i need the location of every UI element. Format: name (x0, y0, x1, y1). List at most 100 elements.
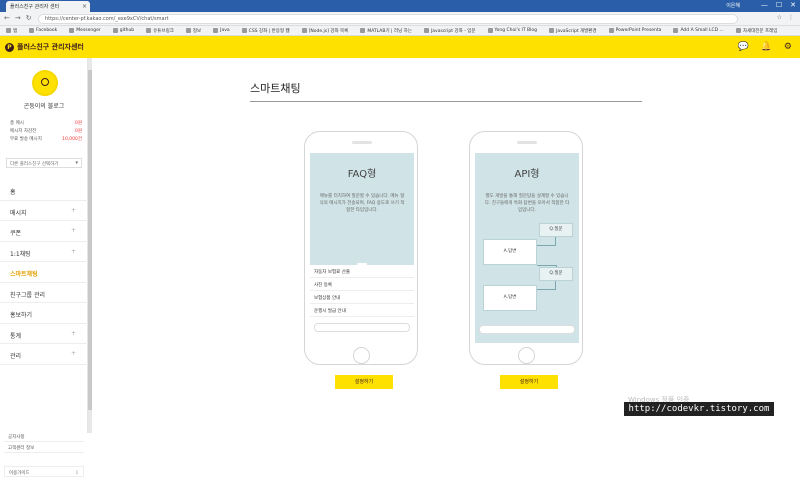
api-answer-1: A.답변 (483, 239, 537, 265)
bookmark-icon (735, 28, 741, 33)
minimize-icon[interactable]: — (761, 1, 768, 9)
download-icon: ⇩ (74, 470, 79, 476)
bookmark-icon (360, 28, 366, 33)
expand-icon: + (70, 350, 76, 357)
plusfriend-select[interactable]: 다른 플러스친구 선택하기 ▾ (6, 158, 82, 168)
url-input[interactable]: https://center-pf.kakao.com/_exe9xCV/cha… (38, 14, 738, 24)
stat-row: 메시지 차감전 0원 (10, 129, 82, 134)
logo[interactable]: P 플러스친구 관리자센터 (5, 42, 84, 52)
faq-setup-button[interactable]: 설정하기 (335, 375, 393, 389)
sidebar-item-7[interactable]: 통계 + (0, 324, 88, 344)
sidebar: 곤둥이의 블로그 총 메시 0원 메시지 차감전 0원 무료 발송 메시지 10,00… (0, 58, 88, 477)
sidebar-item-3[interactable]: 1:1채팅 + (0, 242, 88, 262)
expand-icon: + (70, 329, 76, 337)
sidebar-item-label: 스마트채팅 (10, 271, 38, 278)
sidebar-footer-support[interactable]: 고객센터 정보 (4, 442, 84, 453)
list-item[interactable]: 운행시 발급 안내 (310, 304, 414, 317)
forward-icon[interactable]: → (15, 14, 21, 22)
list-item[interactable]: 자동차 보험료 산출 (310, 265, 414, 278)
bookmark-item[interactable]: MATLAB기 | 러닝 하는 (360, 27, 412, 34)
app-header: P 플러스친구 관리자센터 💬 🔔 ⚙ (0, 36, 800, 58)
menu-icon[interactable]: ⋮ (788, 14, 794, 21)
maximize-icon[interactable]: ☐ (776, 1, 782, 9)
close-icon[interactable]: ✕ (790, 1, 796, 9)
api-setup-button[interactable]: 설정하기 (500, 375, 558, 389)
sidebar-item-label: 쿠폰 (10, 230, 22, 237)
sidebar-scrollbar[interactable] (88, 58, 92, 433)
address-icons: ☆ ⋮ (777, 14, 794, 21)
bookmark-icon (487, 28, 493, 33)
bookmark-item[interactable]: Facebook (29, 27, 57, 34)
sidebar-item-8[interactable]: 관리 + (0, 344, 88, 365)
sidebar-item-4[interactable]: 스마트채팅 (0, 262, 88, 283)
bookmark-icon (241, 28, 247, 33)
stat-row: 총 메시 0원 (10, 121, 82, 126)
sidebar-item-label: 홈 (10, 189, 16, 196)
bookmark-item[interactable]: Add A Small LCD ... (673, 27, 724, 34)
bookmark-icon (673, 28, 679, 33)
sidebar-item-1[interactable]: 메시지 + (0, 201, 88, 221)
bookmark-item[interactable]: 유튜브링크 (146, 27, 174, 34)
bookmark-icon (146, 28, 152, 33)
sidebar-item-label: 친구그룹 관리 (10, 291, 46, 299)
connector (555, 281, 556, 289)
phone-home-button (353, 347, 370, 364)
header-icons: 💬 🔔 ⚙ (737, 42, 792, 52)
bookmark-item[interactable]: Javascript 강좌 - 입문 (423, 27, 476, 34)
nav-buttons: ← → ↻ (4, 14, 32, 22)
sidebar-item-6[interactable]: 홍보하기 (0, 303, 88, 324)
reload-icon[interactable]: ↻ (26, 14, 32, 22)
bookmark-item[interactable]: JavaScript 개발환경 (549, 27, 597, 34)
address-bar-row: ← → ↻ https://center-pf.kakao.com/_exe9x… (0, 12, 800, 26)
api-chat-input[interactable] (479, 325, 575, 334)
app-title: 플러스친구 관리자센터 (17, 43, 84, 51)
bookmark-item[interactable]: PowerPoint Presenta (608, 27, 661, 34)
sidebar-item-5[interactable]: 친구그룹 관리 (0, 283, 88, 303)
bookmark-item[interactable]: 차세대전문 프레임 (735, 27, 777, 34)
browser-user[interactable]: 이은혜 (726, 2, 740, 9)
bookmark-icon (549, 28, 555, 33)
expand-icon: + (70, 247, 76, 255)
bookmark-icon (423, 28, 429, 33)
list-item[interactable]: 보험상품 안내 (310, 291, 414, 304)
browser-tab[interactable]: 플러스친구 관리자 센터 × (6, 1, 90, 12)
bookmark-item[interactable]: CSS 강좌 | 반응형 웹 (241, 27, 290, 34)
sidebar-item-2[interactable]: 쿠폰 + (0, 221, 88, 242)
chat-icon[interactable]: 💬 (737, 42, 748, 52)
bookmark-item[interactable]: Java (213, 27, 230, 34)
list-item[interactable]: 사진 등록 (310, 278, 414, 291)
star-icon[interactable]: ☆ (777, 14, 782, 21)
api-question-1: Q.질문 (539, 223, 573, 237)
settings-icon[interactable]: ⚙ (784, 42, 792, 52)
bookmark-icon (6, 28, 11, 33)
bookmark-item[interactable]: github (112, 27, 134, 34)
bookmark-icon (213, 28, 219, 33)
sidebar-footer: 공지사항 고객센터 정보 (4, 431, 84, 453)
api-answer-2: A.답변 (483, 285, 537, 311)
chevron-down-icon: ▾ (75, 160, 78, 166)
bookmark-item[interactable]: [Node.js] 강좌 목록 (301, 27, 348, 34)
bookmark-icon (185, 28, 191, 33)
bookmark-icon (608, 28, 614, 33)
notification-icon[interactable]: 🔔 (761, 42, 772, 52)
browser-titlebar: 플러스친구 관리자 센터 × 이은혜 — ☐ ✕ (0, 0, 800, 12)
back-icon[interactable]: ← (4, 14, 10, 22)
expand-icon: + (70, 206, 76, 214)
tab-close-icon[interactable]: × (82, 3, 87, 10)
bookmark-item[interactable]: 앱 (6, 27, 17, 34)
bookmark-item[interactable]: 정보 (185, 27, 201, 34)
connector (555, 237, 556, 245)
faq-screen: FAQ형 메뉴를 터치하여 질문할 수 있습니다. 메뉴 형식의 메시지가 전송… (310, 153, 414, 343)
bookmark-item[interactable]: Messenger (69, 27, 101, 34)
sidebar-menu: 홈 메시지 + 쿠폰 +1:1채팅 + 스마트채팅 친구그룹 관리 홍보하기 통계 + 관리 + (0, 180, 88, 365)
api-title: API형 (514, 169, 540, 180)
faq-chat-input[interactable] (314, 323, 410, 332)
tab-title: 플러스친구 관리자 센터 (10, 4, 60, 10)
sidebar-footer-guide[interactable]: 이용가이드 ⇩ (4, 466, 84, 477)
connector (537, 265, 557, 266)
bookmark-item[interactable]: Yong Choi's IT Blog (487, 27, 537, 34)
sidebar-item-0[interactable]: 홈 (0, 180, 88, 201)
blog-watermark: http://codevkr.tistory.com (624, 402, 774, 416)
scroll-thumb[interactable] (88, 70, 92, 410)
avatar[interactable] (32, 70, 58, 96)
